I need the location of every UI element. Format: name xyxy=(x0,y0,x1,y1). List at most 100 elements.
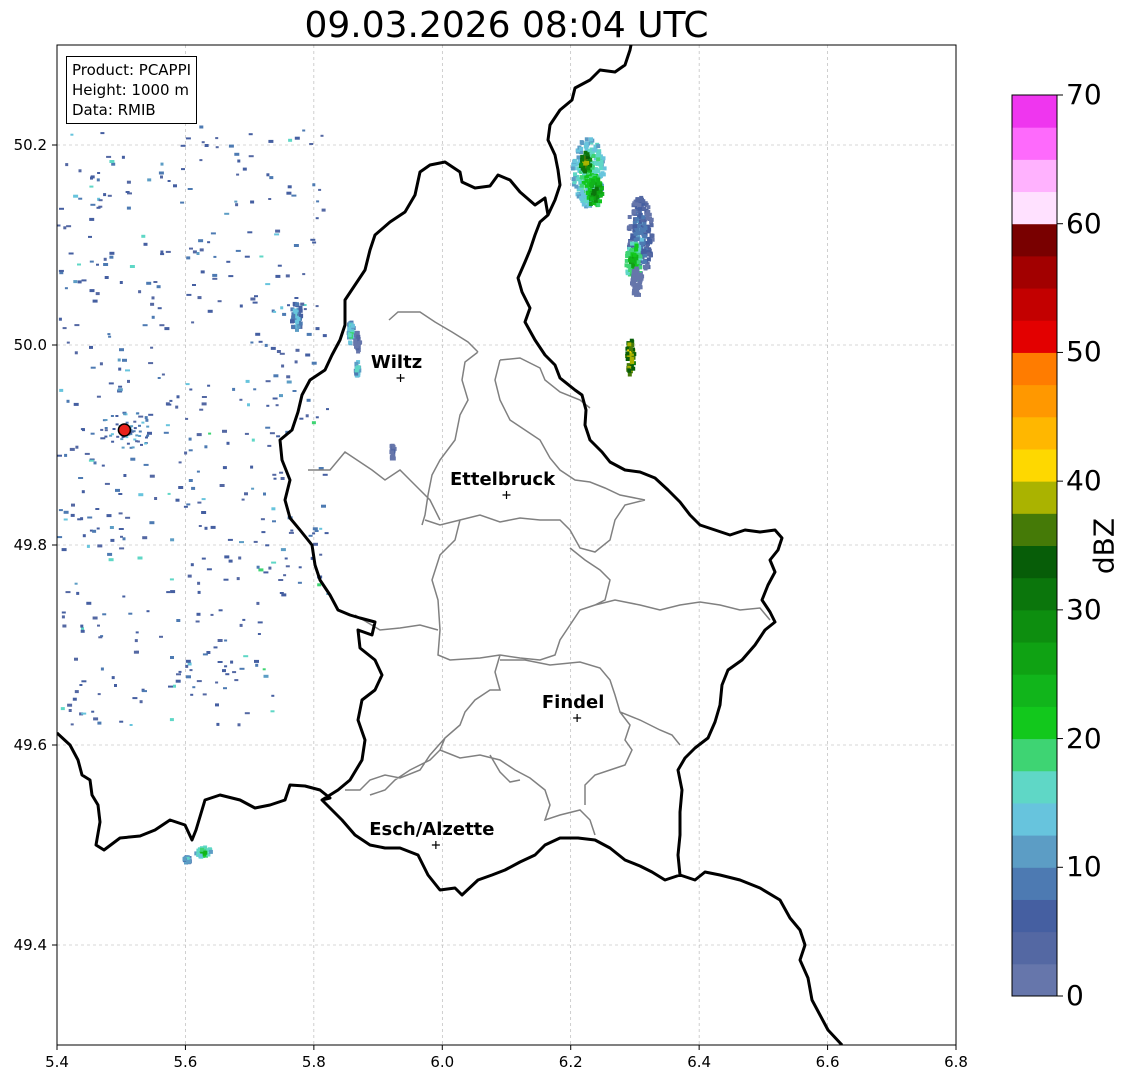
echo-pixel xyxy=(585,191,590,196)
echo-pixel xyxy=(272,397,278,400)
echo-pixel xyxy=(133,650,139,654)
echo-pixel xyxy=(244,492,248,496)
x-tick-label: 5.8 xyxy=(302,1053,326,1071)
echo-pixel xyxy=(317,583,322,587)
echo-pixel xyxy=(104,429,108,432)
echo-pixel xyxy=(305,353,311,357)
echo-pixel xyxy=(86,544,90,548)
echo-pixel xyxy=(250,341,254,344)
echo-pixel xyxy=(646,257,651,262)
echo-pixel xyxy=(298,566,302,569)
echo-pixel xyxy=(215,137,219,140)
echo-pixel xyxy=(258,340,263,343)
echo-pixel xyxy=(77,518,82,521)
echo-pixel xyxy=(627,368,632,373)
echo-pixel xyxy=(576,155,581,160)
echo-pixel xyxy=(106,514,112,518)
echo-pixel xyxy=(601,172,606,177)
echo-pixel xyxy=(127,379,130,383)
echo-pixel xyxy=(257,633,261,635)
echo-pixel xyxy=(292,390,297,392)
echo-pixel xyxy=(270,346,276,350)
echo-pixel xyxy=(284,557,288,560)
echo-pixel xyxy=(90,203,96,206)
echo-pixel xyxy=(584,137,589,142)
echo-pixel xyxy=(222,466,227,470)
echo-pixel xyxy=(225,673,230,676)
echo-pixel xyxy=(634,243,639,248)
echo-pixel xyxy=(309,143,314,145)
echo-pixel xyxy=(71,503,75,507)
echo-pixel xyxy=(147,178,152,182)
echo-pixel xyxy=(61,548,67,552)
echo-pixel xyxy=(160,250,164,254)
echo-pixel xyxy=(302,129,306,132)
echo-pixel xyxy=(632,210,636,215)
echo-pixel xyxy=(175,498,180,502)
colorbar-tick-label: 70 xyxy=(1066,78,1102,111)
y-tick-label: 49.6 xyxy=(14,736,47,754)
echo-pixel xyxy=(146,610,150,613)
product-label: Product: PCAPPI xyxy=(72,61,192,79)
echo-pixel xyxy=(64,453,68,457)
echo-pixel xyxy=(73,402,79,406)
echo-pixel xyxy=(181,168,185,171)
echo-pixel xyxy=(627,342,632,347)
echo-pixel xyxy=(176,619,181,622)
echo-pixel xyxy=(649,217,654,222)
echo-pixel xyxy=(93,717,99,721)
echo-pixel xyxy=(286,375,291,379)
echo-pixel xyxy=(248,133,253,136)
x-tick-label: 6.6 xyxy=(816,1053,840,1071)
echo-pixel xyxy=(149,474,155,478)
height-label: Height: 1000 m xyxy=(72,81,189,99)
echo-pixel xyxy=(281,364,285,368)
echo-pixel xyxy=(237,159,241,163)
echo-pixel xyxy=(350,323,355,328)
echo-pixel xyxy=(75,445,79,449)
echo-pixel xyxy=(109,526,114,529)
echo-pixel xyxy=(160,253,165,256)
echo-pixel xyxy=(153,281,158,283)
echo-pixel xyxy=(59,207,64,210)
echo-pixel xyxy=(213,646,218,649)
echo-pixel xyxy=(599,161,604,166)
echo-pixel xyxy=(110,538,115,542)
echo-pixel xyxy=(57,224,61,227)
echo-pixel xyxy=(261,531,266,534)
echo-pixel xyxy=(321,208,326,212)
colorbar-segment xyxy=(1012,223,1057,257)
data-source-label: Data: RMIB xyxy=(72,101,156,119)
echo-pixel xyxy=(572,159,577,164)
echo-pixel xyxy=(167,492,171,495)
echo-pixel xyxy=(165,250,171,253)
echo-pixel xyxy=(586,166,591,171)
echo-pixel xyxy=(198,525,202,527)
echo-pixel xyxy=(97,172,101,174)
echo-pixel xyxy=(590,179,595,183)
y-tick-label: 50.2 xyxy=(14,136,47,154)
colorbar-segment xyxy=(1012,320,1057,353)
colorbar-tick-label: 0 xyxy=(1066,979,1084,1012)
echo-pixel xyxy=(263,571,269,574)
echo-pixel xyxy=(290,319,295,324)
echo-pixel xyxy=(173,184,177,188)
echo-pixel xyxy=(273,310,277,313)
echo-pixel xyxy=(81,279,87,282)
echo-pixel xyxy=(183,505,188,508)
echo-pixel xyxy=(294,360,298,364)
echo-pixel xyxy=(643,226,648,230)
echo-pixel xyxy=(59,388,64,392)
echo-pixel xyxy=(585,152,590,157)
echo-pixel xyxy=(91,710,95,713)
echo-pixel xyxy=(78,477,84,479)
echo-pixel xyxy=(276,435,281,438)
echo-pixel xyxy=(630,241,634,246)
echo-pixel xyxy=(78,169,82,173)
echo-pixel xyxy=(285,565,290,568)
echo-pixel xyxy=(244,255,250,258)
radar-site-marker[interactable] xyxy=(117,423,132,437)
echo-pixel xyxy=(170,538,175,542)
echo-pixel xyxy=(78,197,83,200)
echo-pixel xyxy=(89,289,95,293)
